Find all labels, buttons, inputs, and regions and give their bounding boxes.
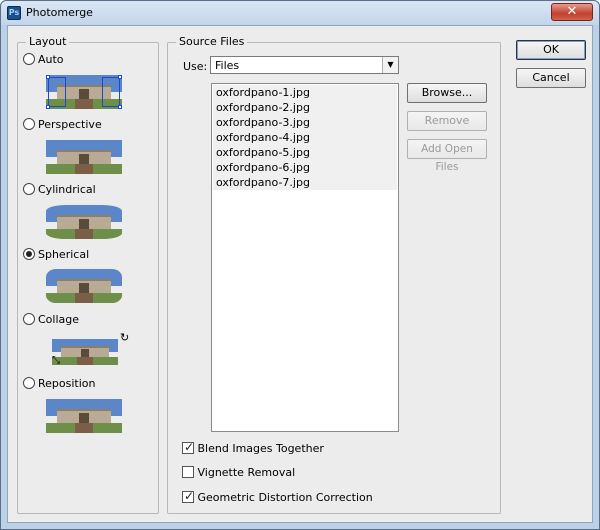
close-button[interactable]: ✕	[551, 3, 593, 21]
dialog-body: Layout Auto Perspective Cylindrical Sphe…	[7, 25, 593, 523]
window-title: Photomerge	[26, 6, 93, 19]
use-dropdown-value: Files	[215, 59, 240, 72]
file-list-item[interactable]: oxfordpano-5.jpg	[213, 145, 397, 160]
file-list-item[interactable]: oxfordpano-3.jpg	[213, 115, 397, 130]
reposition-thumbnail	[46, 399, 122, 433]
file-list-item[interactable]: oxfordpano-1.jpg	[213, 85, 397, 100]
use-dropdown[interactable]: Files ▼	[210, 56, 399, 74]
cancel-button[interactable]: Cancel	[516, 68, 586, 88]
remove-button[interactable]: Remove	[407, 111, 487, 131]
auto-radio[interactable]	[23, 53, 35, 65]
move-icon: ⤡	[52, 355, 60, 366]
vignette-removal-checkbox[interactable]	[182, 466, 194, 478]
cylindrical-radio[interactable]	[23, 183, 35, 195]
blend-images-label: Blend Images Together	[197, 442, 324, 455]
auto-thumbnail	[46, 75, 122, 109]
perspective-radio[interactable]	[23, 118, 35, 130]
file-list-item[interactable]: oxfordpano-4.jpg	[213, 130, 397, 145]
spherical-label: Spherical	[38, 248, 90, 261]
layout-option-collage[interactable]: Collage	[23, 313, 79, 326]
spherical-radio[interactable]	[23, 248, 35, 260]
layout-option-spherical[interactable]: Spherical	[23, 248, 89, 261]
geometric-distortion-option[interactable]: Geometric Distortion Correction	[182, 489, 373, 504]
source-files-title: Source Files	[176, 35, 248, 48]
auto-label: Auto	[38, 53, 64, 66]
reposition-label: Reposition	[38, 377, 96, 390]
vignette-removal-label: Vignette Removal	[197, 466, 296, 479]
photoshop-icon: Ps	[7, 6, 21, 20]
geometric-distortion-label: Geometric Distortion Correction	[197, 491, 373, 504]
title-bar[interactable]: Ps Photomerge ✕	[1, 1, 599, 25]
perspective-label: Perspective	[38, 118, 102, 131]
layout-group-title: Layout	[26, 35, 70, 48]
cylindrical-thumbnail	[46, 205, 122, 239]
blend-images-option[interactable]: Blend Images Together	[182, 440, 324, 455]
rotate-icon: ↻	[120, 331, 130, 344]
blend-images-checkbox[interactable]	[182, 440, 194, 454]
perspective-thumbnail	[46, 140, 122, 174]
chevron-down-icon[interactable]: ▼	[382, 57, 398, 73]
ok-button[interactable]: OK	[516, 40, 586, 60]
cylindrical-label: Cylindrical	[38, 183, 96, 196]
collage-thumbnail	[52, 339, 118, 365]
layout-option-reposition[interactable]: Reposition	[23, 377, 96, 390]
layout-option-perspective[interactable]: Perspective	[23, 118, 102, 131]
spherical-thumbnail	[46, 269, 122, 303]
collage-label: Collage	[38, 313, 80, 326]
file-list-item[interactable]: oxfordpano-2.jpg	[213, 100, 397, 115]
photomerge-dialog: Ps Photomerge ✕ Layout Auto Perspective	[0, 0, 600, 530]
layout-option-cylindrical[interactable]: Cylindrical	[23, 183, 96, 196]
browse-button[interactable]: Browse...	[407, 83, 487, 103]
reposition-radio[interactable]	[23, 377, 35, 389]
file-list-item[interactable]: oxfordpano-7.jpg	[213, 175, 397, 190]
add-open-files-button[interactable]: Add Open Files	[407, 139, 487, 173]
collage-radio[interactable]	[23, 313, 35, 325]
layout-group: Layout Auto Perspective Cylindrical Sphe…	[17, 35, 159, 514]
geometric-distortion-checkbox[interactable]	[182, 489, 194, 503]
file-list[interactable]: oxfordpano-1.jpg oxfordpano-2.jpg oxford…	[211, 83, 399, 432]
layout-option-auto[interactable]: Auto	[23, 53, 64, 66]
use-label: Use:	[183, 60, 208, 73]
file-list-item[interactable]: oxfordpano-6.jpg	[213, 160, 397, 175]
vignette-removal-option[interactable]: Vignette Removal	[182, 466, 295, 479]
auto-transform-box	[48, 77, 66, 107]
